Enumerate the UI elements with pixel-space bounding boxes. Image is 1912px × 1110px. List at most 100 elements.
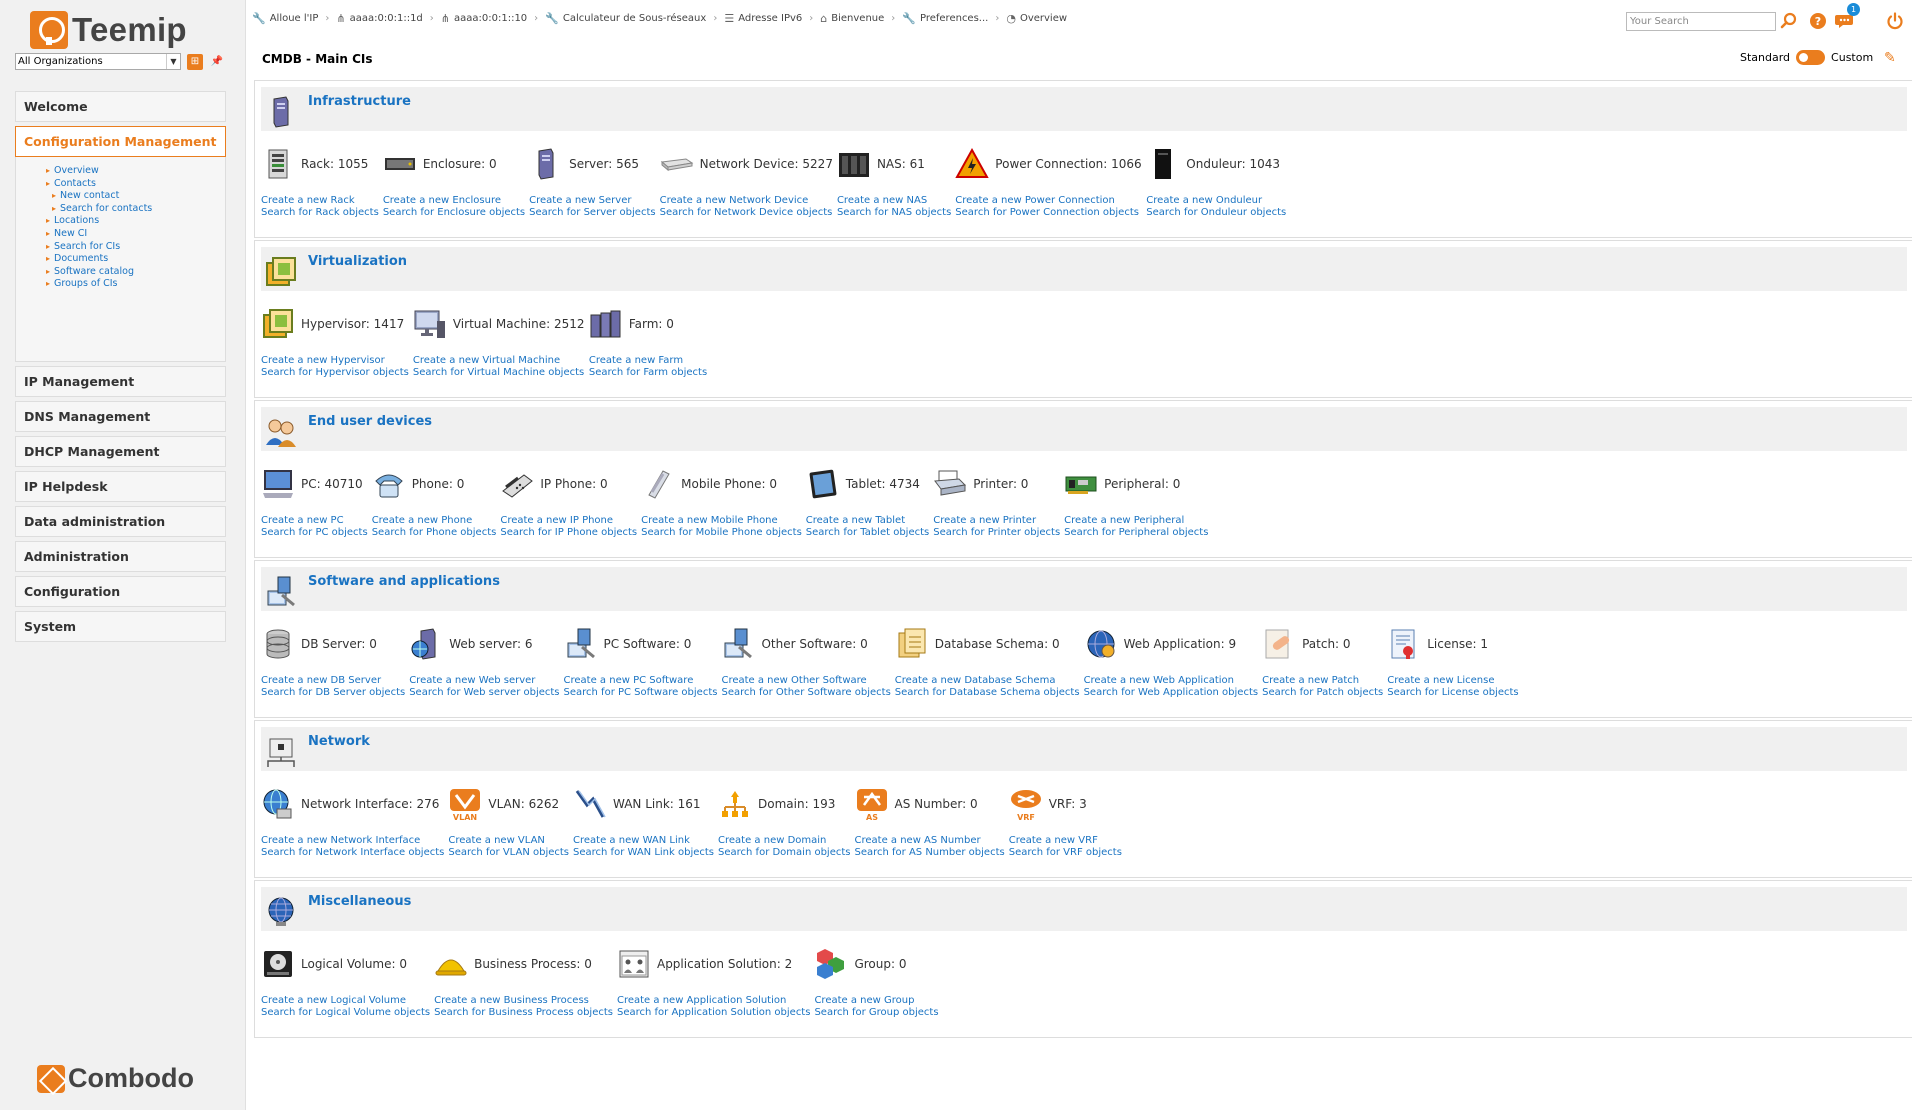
create-printer-link[interactable]: Create a new Printer — [933, 515, 1060, 527]
submenu-search-cis[interactable]: Search for CIs — [46, 241, 225, 254]
tablet-icon[interactable] — [806, 467, 840, 501]
create-pc-software-link[interactable]: Create a new PC Software — [564, 675, 718, 687]
ci-class-count[interactable]: Virtual Machine: 2512 — [453, 317, 585, 331]
ci-class-count[interactable]: Web server: 6 — [449, 637, 532, 651]
search-vlan-link[interactable]: Search for VLAN objects — [448, 847, 569, 859]
ci-class-count[interactable]: Network Device: 5227 — [700, 157, 833, 171]
create-ip-phone-link[interactable]: Create a new IP Phone — [500, 515, 637, 527]
menu-item-administration[interactable]: Administration — [15, 541, 226, 572]
network-interface-icon[interactable] — [261, 787, 295, 821]
create-vrf-link[interactable]: Create a new VRF — [1009, 835, 1122, 847]
breadcrumb-item[interactable]: 🔧 Alloue l'IP — [252, 12, 318, 25]
create-db-server-link[interactable]: Create a new DB Server — [261, 675, 405, 687]
ci-class-count[interactable]: Server: 565 — [569, 157, 639, 171]
toggle-switch[interactable] — [1796, 50, 1826, 65]
ci-class-count[interactable]: Application Solution: 2 — [657, 957, 792, 971]
create-other-software-link[interactable]: Create a new Other Software — [721, 675, 890, 687]
create-domain-link[interactable]: Create a new Domain — [718, 835, 850, 847]
create-nas-link[interactable]: Create a new NAS — [837, 195, 951, 207]
power-icon[interactable] — [955, 147, 989, 181]
submenu-search-contacts[interactable]: Search for contacts — [52, 203, 225, 216]
create-rack-link[interactable]: Create a new Rack — [261, 195, 379, 207]
search-pc-link[interactable]: Search for PC objects — [261, 527, 368, 539]
search-domain-link[interactable]: Search for Domain objects — [718, 847, 850, 859]
ci-class-count[interactable]: Patch: 0 — [1302, 637, 1350, 651]
ci-class-count[interactable]: Mobile Phone: 0 — [681, 477, 777, 491]
search-web-app-link[interactable]: Search for Web Application objects — [1084, 687, 1259, 699]
search-application-solution-link[interactable]: Search for Application Solution objects — [617, 1007, 810, 1019]
nas-icon[interactable] — [837, 147, 871, 181]
search-icon[interactable] — [1778, 10, 1800, 32]
breadcrumb-item[interactable]: 🔧 Preferences... — [902, 12, 988, 25]
create-peripheral-link[interactable]: Create a new Peripheral — [1064, 515, 1208, 527]
other-software-icon[interactable] — [721, 627, 755, 661]
ip-phone-icon[interactable] — [500, 467, 534, 501]
create-application-solution-link[interactable]: Create a new Application Solution — [617, 995, 810, 1007]
search-printer-link[interactable]: Search for Printer objects — [933, 527, 1060, 539]
create-network-device-link[interactable]: Create a new Network Device — [660, 195, 833, 207]
menu-item-data-administration[interactable]: Data administration — [15, 506, 226, 537]
create-group-link[interactable]: Create a new Group — [814, 995, 938, 1007]
search-as-number-link[interactable]: Search for AS Number objects — [855, 847, 1005, 859]
search-pc-software-link[interactable]: Search for PC Software objects — [564, 687, 718, 699]
submenu-new-contact[interactable]: New contact — [52, 190, 225, 203]
search-hypervisor-link[interactable]: Search for Hypervisor objects — [261, 367, 409, 379]
create-hypervisor-link[interactable]: Create a new Hypervisor — [261, 355, 409, 367]
ci-class-count[interactable]: VLAN: 6262 — [488, 797, 559, 811]
search-other-software-link[interactable]: Search for Other Software objects — [721, 687, 890, 699]
pc-software-icon[interactable] — [564, 627, 598, 661]
db-server-icon[interactable] — [261, 627, 295, 661]
server-icon[interactable] — [529, 147, 563, 181]
create-wan-link-link[interactable]: Create a new WAN Link — [573, 835, 714, 847]
submenu-locations[interactable]: Locations — [46, 215, 225, 228]
business-process-icon[interactable] — [434, 947, 468, 981]
create-farm-link[interactable]: Create a new Farm — [589, 355, 709, 367]
search-enclosure-link[interactable]: Search for Enclosure objects — [383, 207, 525, 219]
create-business-process-link[interactable]: Create a new Business Process — [434, 995, 613, 1007]
ci-class-count[interactable]: Group: 0 — [854, 957, 906, 971]
search-group-link[interactable]: Search for Group objects — [814, 1007, 938, 1019]
ci-class-count[interactable]: AS Number: 0 — [895, 797, 978, 811]
submenu-overview[interactable]: Overview — [46, 165, 225, 178]
license-icon[interactable] — [1387, 627, 1421, 661]
submenu-new-ci[interactable]: New CI — [46, 228, 225, 241]
submenu-software-catalog[interactable]: Software catalog — [46, 266, 225, 279]
ci-class-count[interactable]: Domain: 193 — [758, 797, 835, 811]
wan-link-icon[interactable] — [573, 787, 607, 821]
network-device-icon[interactable] — [660, 147, 694, 181]
enclosure-icon[interactable] — [383, 147, 417, 181]
search-patch-link[interactable]: Search for Patch objects — [1262, 687, 1383, 699]
menu-item-system[interactable]: System — [15, 611, 226, 642]
search-business-process-link[interactable]: Search for Business Process objects — [434, 1007, 613, 1019]
farm-icon[interactable] — [589, 307, 623, 341]
menu-item-dhcp-management[interactable]: DHCP Management — [15, 436, 226, 467]
organization-select[interactable]: All Organizations ▼ — [15, 53, 181, 70]
phone-icon[interactable] — [372, 467, 406, 501]
create-vlan-link[interactable]: Create a new VLAN — [448, 835, 569, 847]
ci-class-count[interactable]: DB Server: 0 — [301, 637, 377, 651]
power-icon[interactable] — [1884, 10, 1906, 32]
help-icon[interactable]: ? — [1807, 10, 1829, 32]
ci-class-count[interactable]: Network Interface: 276 — [301, 797, 439, 811]
create-logical-volume-link[interactable]: Create a new Logical Volume — [261, 995, 430, 1007]
create-pc-link[interactable]: Create a new PC — [261, 515, 368, 527]
menu-item-welcome[interactable]: Welcome — [15, 91, 226, 122]
teemip-logo[interactable]: Teemip — [30, 10, 187, 50]
search-mobile-link[interactable]: Search for Mobile Phone objects — [641, 527, 802, 539]
printer-icon[interactable] — [933, 467, 967, 501]
ci-class-count[interactable]: Tablet: 4734 — [846, 477, 920, 491]
rack-icon[interactable] — [261, 147, 295, 181]
menu-item-ip-helpdesk[interactable]: IP Helpdesk — [15, 471, 226, 502]
ci-class-count[interactable]: Logical Volume: 0 — [301, 957, 407, 971]
breadcrumb-item[interactable]: ⌂ Bienvenue — [820, 12, 884, 25]
search-input[interactable]: Your Search — [1626, 12, 1776, 31]
search-vm-link[interactable]: Search for Virtual Machine objects — [413, 367, 585, 379]
ci-class-count[interactable]: Web Application: 9 — [1124, 637, 1237, 651]
search-db-schema-link[interactable]: Search for Database Schema objects — [895, 687, 1080, 699]
patch-icon[interactable] — [1262, 627, 1296, 661]
dashboard-mode-toggle[interactable]: Standard Custom — [1740, 50, 1873, 65]
search-network-interface-link[interactable]: Search for Network Interface objects — [261, 847, 444, 859]
create-ups-link[interactable]: Create a new Onduleur — [1146, 195, 1286, 207]
ci-class-count[interactable]: Business Process: 0 — [474, 957, 592, 971]
menu-item-ip-management[interactable]: IP Management — [15, 366, 226, 397]
